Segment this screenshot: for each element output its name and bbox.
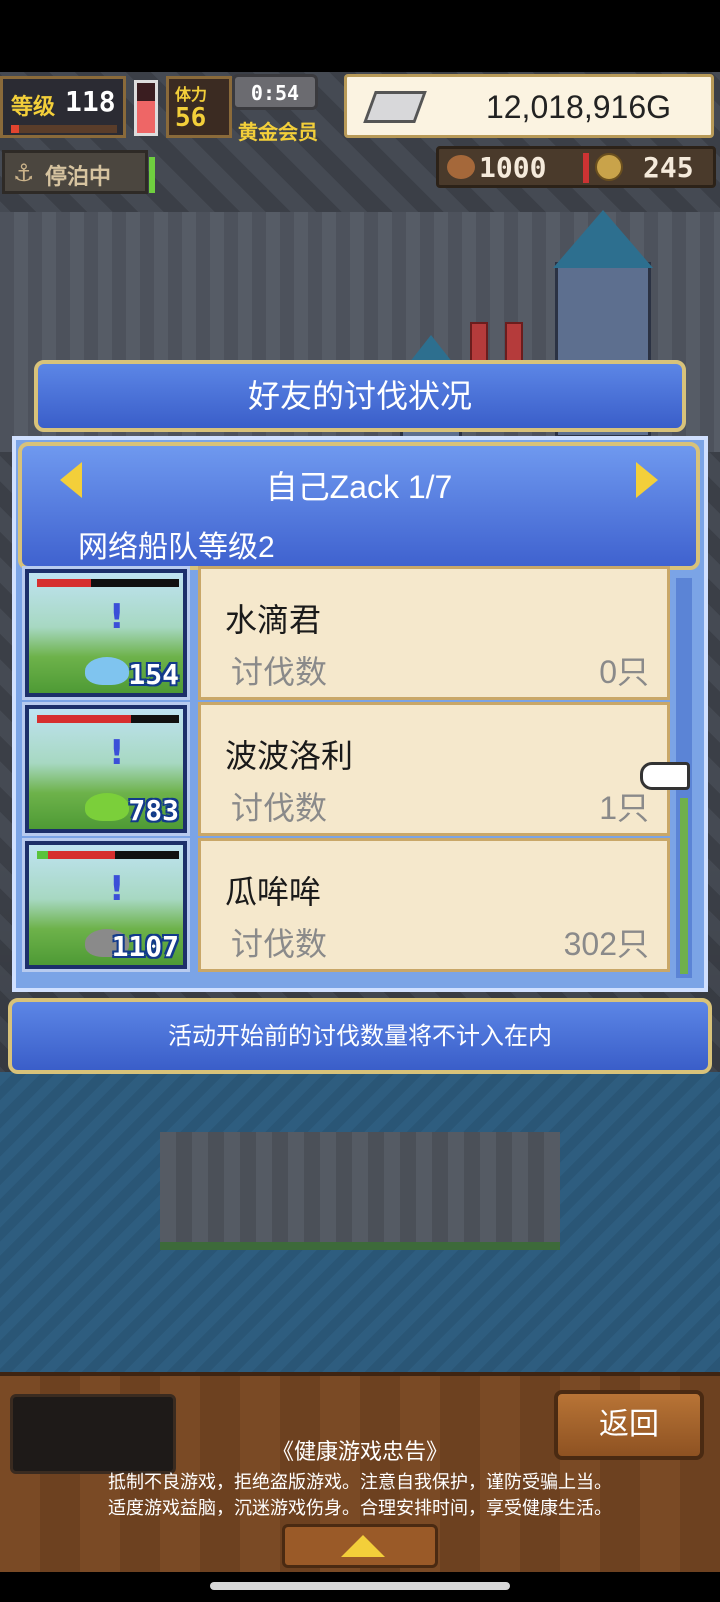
monster-hp-bar: [37, 851, 179, 859]
medal-count: 245: [643, 151, 694, 184]
monster-level: 154: [128, 658, 179, 691]
monster-card: 波波洛利 讨伐数 1只: [198, 702, 670, 836]
monster-thumbnail: ! 783: [22, 702, 190, 836]
player-header: 自己Zack 1/7 网络船队等级2: [18, 442, 700, 570]
exclamation-icon: !: [109, 869, 125, 909]
bottom-bar: 返回 《健康游戏忠告》 抵制不良游戏，拒绝盗版游戏。注意自我保护，谨防受骗上当。…: [0, 1372, 720, 1576]
notice-bar: 活动开始前的讨伐数量将不计入在内: [8, 998, 712, 1074]
list-item[interactable]: ! 154 水滴君 讨伐数 0只: [20, 566, 670, 700]
silver-ingot-icon: [363, 91, 427, 123]
monster-card: 瓜哞哞 讨伐数 302只: [198, 838, 670, 972]
advisory-line: 适度游戏益脑，沉迷游戏伤身。合理安排时间，享受健康生活。: [108, 1498, 612, 1519]
advisory-line: 抵制不良游戏，拒绝盗版游戏。注意自我保护，谨防受骗上当。: [108, 1472, 612, 1493]
fleet-level: 网络船队等级2: [78, 531, 275, 564]
monster-name: 水滴君: [225, 601, 322, 639]
level-progress-bar: [11, 125, 117, 133]
monster-sprite: [85, 657, 129, 685]
anchor-icon: ⚓: [13, 159, 35, 187]
medal-icon: [595, 153, 623, 181]
monster-thumbnail: ! 154: [22, 566, 190, 700]
monster-level: 783: [128, 794, 179, 827]
next-arrow-icon[interactable]: [636, 462, 658, 498]
level-label: 等级: [11, 95, 56, 120]
exclamation-icon: !: [109, 597, 125, 637]
fish-icon: [447, 155, 475, 179]
food-count: 1000: [479, 151, 547, 184]
expand-button[interactable]: [282, 1524, 438, 1568]
resource-panel: 1000 245: [436, 146, 716, 188]
up-arrow-icon: [341, 1535, 385, 1557]
divider: [583, 153, 589, 183]
advisory-title: 《健康游戏忠告》: [271, 1440, 448, 1465]
status-indicator: [149, 157, 155, 193]
money-display[interactable]: 12,018,916G: [344, 74, 714, 138]
system-status-bar: [0, 0, 720, 72]
kill-count: 1只: [599, 790, 649, 826]
membership-label[interactable]: 黄金会员: [238, 116, 318, 145]
list-item[interactable]: ! 1107 瓜哞哞 讨伐数 302只: [20, 838, 670, 972]
dialog-title-bar: 好友的讨伐状况: [34, 360, 686, 432]
monster-hp-bar: [37, 579, 179, 587]
stamina-gauge: [134, 80, 158, 136]
kill-count: 0只: [599, 654, 649, 690]
kill-label: 讨伐数: [231, 925, 328, 963]
stamina-label: 体力: [175, 85, 208, 104]
monster-hp-bar: [37, 715, 179, 723]
money-amount: 12,018,916G: [485, 89, 671, 125]
harbor-island: [160, 1132, 560, 1250]
pointing-hand-icon: [640, 762, 690, 790]
monster-thumbnail: ! 1107: [22, 838, 190, 972]
home-indicator[interactable]: [210, 1582, 510, 1590]
moored-status[interactable]: ⚓ 停泊中: [2, 150, 155, 194]
notice-text: 活动开始前的讨伐数量将不计入在内: [168, 1022, 552, 1050]
stamina-value: 56: [175, 103, 207, 133]
player-name: 自己Zack 1/7: [265, 469, 453, 505]
monster-name: 波波洛利: [225, 737, 354, 775]
monster-name: 瓜哞哞: [225, 873, 322, 911]
monster-card: 水滴君 讨伐数 0只: [198, 566, 670, 700]
timer: 0:54: [232, 74, 318, 110]
moored-label: 停泊中: [45, 165, 112, 190]
dialog-title: 好友的讨伐状况: [247, 377, 472, 415]
exclamation-icon: !: [109, 733, 125, 773]
kill-count: 302只: [563, 926, 649, 962]
monster-sprite: [85, 793, 129, 821]
scrollbar-thumb[interactable]: [680, 798, 688, 974]
level-badge[interactable]: 等级 118: [0, 76, 126, 138]
list-item[interactable]: ! 783 波波洛利 讨伐数 1只: [20, 702, 670, 836]
level-value: 118: [65, 85, 116, 118]
monster-level: 1107: [111, 930, 179, 963]
kill-label: 讨伐数: [231, 653, 328, 691]
stamina-badge[interactable]: 体力 56: [166, 76, 232, 138]
kill-label: 讨伐数: [231, 789, 328, 827]
